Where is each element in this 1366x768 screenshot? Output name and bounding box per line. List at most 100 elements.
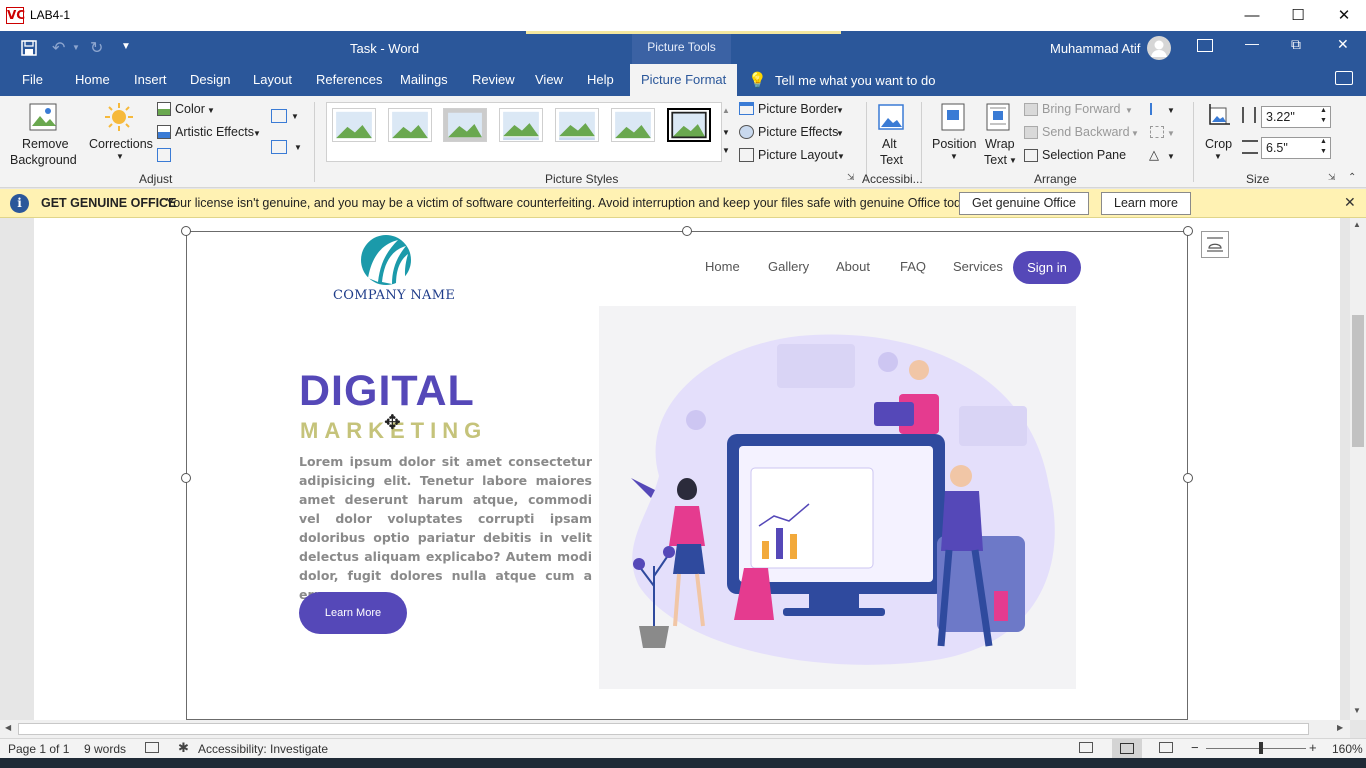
artistic-effects-icon[interactable] [157, 125, 171, 139]
height-spin-down-icon[interactable]: ▼ [1320, 117, 1327, 124]
resize-handle-top-left[interactable] [181, 226, 191, 236]
scroll-up-icon[interactable]: ▲ [1353, 220, 1361, 229]
customize-qat-icon[interactable]: ▼ [121, 41, 131, 52]
resize-handle-right[interactable] [1183, 473, 1193, 483]
picture-layout-icon[interactable] [739, 148, 754, 162]
word-close-button[interactable]: ✕ [1337, 36, 1349, 53]
remove-background-icon[interactable] [28, 102, 58, 132]
position-icon[interactable] [938, 102, 968, 132]
scroll-right-icon[interactable]: ▶ [1337, 723, 1343, 732]
picture-layout-dropdown-icon[interactable]: ▼ [837, 152, 845, 161]
undo-icon[interactable]: ↶ [52, 38, 65, 58]
corrections-dropdown-icon[interactable]: ▼ [116, 152, 124, 161]
picture-border-dropdown-icon[interactable]: ▼ [836, 106, 844, 115]
zoom-in-icon[interactable]: + [1309, 740, 1317, 755]
user-name[interactable]: Muhammad Atif [1050, 41, 1140, 56]
picture-style-3[interactable] [443, 108, 487, 142]
width-spin-down-icon[interactable]: ▼ [1320, 148, 1327, 155]
accessibility-icon[interactable]: ✱ [178, 740, 189, 756]
scroll-left-icon[interactable]: ◀ [5, 723, 11, 732]
compress-pictures-icon[interactable] [271, 109, 287, 123]
tab-insert[interactable]: Insert [132, 64, 169, 96]
wrap-text-label2[interactable]: Text [984, 153, 1007, 167]
picture-effects-dropdown-icon[interactable]: ▼ [836, 129, 844, 138]
tab-home[interactable]: Home [73, 64, 112, 96]
styles-more-icon[interactable]: ▼ [722, 146, 730, 155]
color-dropdown-icon[interactable]: ▼ [207, 106, 215, 115]
word-minimize-button[interactable]: — [1245, 35, 1259, 51]
picture-style-2[interactable] [388, 108, 432, 142]
proofing-icon[interactable] [145, 742, 159, 753]
print-layout-button[interactable] [1112, 739, 1142, 758]
tell-me-search[interactable]: Tell me what you want to do [775, 73, 935, 88]
close-banner-icon[interactable]: ✕ [1344, 194, 1356, 211]
height-spin-up-icon[interactable]: ▲ [1320, 107, 1327, 114]
avatar[interactable] [1147, 36, 1171, 60]
collapse-ribbon-icon[interactable]: ⌃ [1348, 172, 1356, 183]
horizontal-scroll-thumb[interactable] [18, 723, 1309, 735]
wrap-text-label1[interactable]: Wrap [985, 137, 1015, 151]
crop-dropdown-icon[interactable]: ▼ [1214, 152, 1222, 161]
vertical-scrollbar[interactable]: ▲ ▼ [1350, 218, 1366, 720]
rotate-dropdown-icon[interactable]: ▼ [1167, 152, 1175, 161]
save-icon[interactable] [20, 39, 38, 57]
wrap-text-dropdown-icon[interactable]: ▼ [1009, 156, 1017, 165]
picture-selection-frame[interactable] [186, 231, 1188, 720]
artistic-effects-label[interactable]: Artistic Effects [175, 125, 254, 139]
picture-style-1[interactable] [332, 108, 376, 142]
picture-styles-launcher-icon[interactable]: ⇲ [847, 172, 855, 183]
align-dropdown-icon[interactable]: ▼ [1167, 106, 1175, 115]
alt-text-label2[interactable]: Text [880, 153, 903, 167]
position-dropdown-icon[interactable]: ▼ [950, 152, 958, 161]
tab-design[interactable]: Design [188, 64, 232, 96]
picture-style-5[interactable] [555, 108, 599, 142]
picture-effects-icon[interactable] [739, 125, 754, 139]
picture-border-button[interactable]: Picture Border [758, 102, 838, 116]
zoom-out-icon[interactable]: − [1191, 740, 1199, 755]
resize-handle-left[interactable] [181, 473, 191, 483]
page-count[interactable]: Page 1 of 1 [8, 742, 69, 756]
resize-handle-top-right[interactable] [1183, 226, 1193, 236]
rotate-icon[interactable]: △ [1149, 147, 1159, 163]
corrections-icon[interactable] [104, 102, 134, 132]
ribbon-display-options-icon[interactable] [1197, 39, 1213, 52]
selection-pane-icon[interactable] [1024, 149, 1038, 162]
crop-label[interactable]: Crop [1205, 137, 1232, 151]
picture-effects-button[interactable]: Picture Effects [758, 125, 838, 139]
tab-view[interactable]: View [533, 64, 565, 96]
change-picture-dropdown-icon[interactable]: ▼ [294, 143, 302, 152]
styles-scroll-up-icon[interactable]: ▲ [722, 106, 730, 115]
tab-mailings[interactable]: Mailings [398, 64, 450, 96]
styles-scroll-down-icon[interactable]: ▼ [722, 128, 730, 137]
maximize-window-button[interactable]: ☐ [1275, 0, 1321, 31]
color-label[interactable]: Color [175, 102, 205, 116]
alt-text-label1[interactable]: Alt [882, 137, 897, 151]
picture-style-4[interactable] [499, 108, 543, 142]
resize-handle-top[interactable] [682, 226, 692, 236]
corrections-label[interactable]: Corrections [89, 137, 153, 151]
crop-icon[interactable] [1204, 102, 1232, 130]
zoom-slider-track[interactable] [1206, 748, 1306, 749]
width-spin-up-icon[interactable]: ▲ [1320, 138, 1327, 145]
position-label[interactable]: Position [932, 137, 976, 151]
transparency-icon[interactable] [157, 148, 171, 162]
change-picture-icon[interactable] [271, 140, 287, 154]
undo-dropdown-icon[interactable]: ▼ [72, 43, 80, 52]
picture-style-7-selected[interactable] [667, 108, 711, 142]
learn-more-button[interactable]: Learn more [1101, 192, 1191, 215]
read-mode-icon[interactable] [1079, 742, 1093, 753]
tab-help[interactable]: Help [585, 64, 616, 96]
zoom-level[interactable]: 160% [1332, 742, 1363, 756]
wrap-text-icon[interactable] [983, 102, 1013, 132]
vertical-scroll-thumb[interactable] [1352, 315, 1364, 447]
comments-icon[interactable] [1335, 71, 1353, 85]
tab-picture-format[interactable]: Picture Format [630, 64, 738, 96]
accessibility-status[interactable]: Accessibility: Investigate [198, 742, 328, 756]
zoom-slider-thumb[interactable] [1259, 742, 1263, 754]
align-icon[interactable] [1150, 103, 1164, 115]
compress-dropdown-icon[interactable]: ▼ [291, 112, 299, 121]
layout-options-icon[interactable] [1201, 231, 1229, 258]
tab-review[interactable]: Review [470, 64, 517, 96]
scroll-down-icon[interactable]: ▼ [1353, 706, 1361, 715]
tab-references[interactable]: References [314, 64, 384, 96]
